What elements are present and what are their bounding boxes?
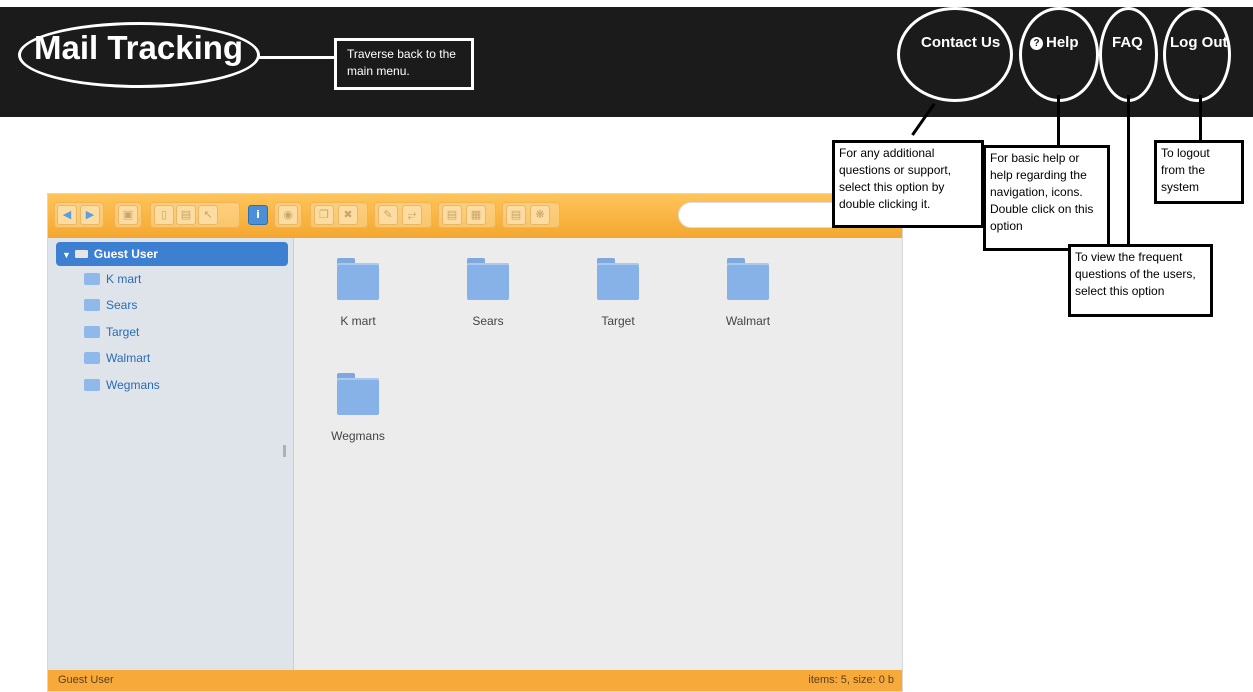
folder-icon [84, 273, 100, 285]
archive-icon[interactable]: ▤ [442, 205, 462, 225]
top-navbar: Mail Tracking Traverse back to the main … [0, 7, 1253, 117]
help-lifebuoy-icon[interactable]: ❋ [530, 205, 550, 225]
folder-tree-sidebar: ▼ Guest User K mart Sears Target Walmart … [48, 238, 294, 672]
caret-down-icon[interactable]: ▼ [62, 250, 71, 260]
status-bar: Guest User items: 5, size: 0 b [48, 670, 902, 691]
save-icon[interactable]: ▤ [176, 205, 196, 225]
tree-item-label: Wegmans [106, 378, 160, 392]
folder-label: Wegmans [331, 429, 385, 443]
folder-icon [84, 326, 100, 338]
rename-icon[interactable]: ✎ [378, 205, 398, 225]
folder-icon [727, 258, 769, 300]
tree-item-label: Target [106, 325, 140, 339]
tree-item-k-mart[interactable]: K mart [84, 269, 141, 289]
brand-callout-connector [258, 56, 334, 59]
info-icon[interactable]: i [248, 205, 268, 225]
tree-root-label: Guest User [93, 247, 158, 261]
file-manager-window: ◀ ▶ ▣ ▯ ▤ ↖ i ◉ ❐ ✖ ✎ ⥂ ▤ ▦ ▤ ❋ ▼ Guest U… [47, 193, 903, 692]
folder-label: Sears [472, 314, 504, 328]
select-icon[interactable]: ↖ [198, 205, 218, 225]
file-manager-toolbar: ◀ ▶ ▣ ▯ ▤ ↖ i ◉ ❐ ✖ ✎ ⥂ ▤ ▦ ▤ ❋ [48, 194, 902, 238]
tree-item-wegmans[interactable]: Wegmans [84, 375, 160, 395]
open-icon[interactable]: ▯ [154, 205, 174, 225]
folder-icon [84, 379, 100, 391]
folder-icon [337, 373, 379, 415]
logout-callout-connector [1199, 95, 1202, 141]
folder-wegmans[interactable]: Wegmans [318, 373, 398, 443]
copy-icon[interactable]: ❐ [314, 205, 334, 225]
tree-item-label: Walmart [106, 351, 151, 365]
extract-icon[interactable]: ▦ [466, 205, 486, 225]
help-callout-connector [1057, 95, 1060, 147]
delete-icon[interactable]: ✖ [338, 205, 358, 225]
status-left-text: Guest User [58, 674, 114, 686]
tree-item-target[interactable]: Target [84, 322, 139, 342]
tree-root-guest-user[interactable]: ▼ Guest User [56, 242, 288, 266]
folder-sears[interactable]: Sears [448, 258, 528, 328]
folder-walmart[interactable]: Walmart [708, 258, 788, 328]
contact-callout: For any additional questions or support,… [832, 140, 984, 228]
faq-highlight-ellipse [1099, 7, 1158, 102]
folder-icon [337, 258, 379, 300]
list-view-icon[interactable]: ▤ [506, 205, 526, 225]
drive-icon [74, 250, 88, 258]
tree-item-sears[interactable]: Sears [84, 295, 137, 315]
eye-icon[interactable]: ◉ [278, 205, 298, 225]
back-arrow-icon[interactable]: ◀ [57, 205, 77, 225]
help-callout: For basic help or help regarding the nav… [983, 145, 1110, 251]
folder-label: Walmart [725, 314, 771, 328]
brand-callout: Traverse back to the main menu. [334, 38, 474, 90]
folder-label: K mart [340, 314, 376, 328]
folder-target[interactable]: Target [578, 258, 658, 328]
faq-callout: To view the frequent questions of the us… [1068, 244, 1213, 317]
logout-highlight-ellipse [1163, 7, 1231, 102]
brand-highlight-ellipse [18, 22, 260, 88]
tree-item-walmart[interactable]: Walmart [84, 348, 150, 368]
contact-highlight-ellipse [897, 7, 1013, 102]
tree-item-label: K mart [106, 272, 142, 286]
sidebar-resize-handle[interactable] [283, 445, 286, 457]
logout-callout: To logout from the system [1154, 140, 1244, 204]
forward-arrow-icon[interactable]: ▶ [80, 205, 100, 225]
folder-icon [84, 299, 100, 311]
folder-k-mart[interactable]: K mart [318, 258, 398, 328]
tree-item-label: Sears [106, 298, 138, 312]
computer-icon[interactable]: ▣ [118, 205, 138, 225]
folder-icon [597, 258, 639, 300]
help-highlight-ellipse [1019, 7, 1099, 102]
faq-callout-connector [1127, 95, 1130, 245]
folder-icon [467, 258, 509, 300]
status-right-text: items: 5, size: 0 b [808, 674, 894, 686]
folder-label: Target [601, 314, 635, 328]
folder-icon [84, 352, 100, 364]
resize-icon[interactable]: ⥂ [402, 205, 422, 225]
